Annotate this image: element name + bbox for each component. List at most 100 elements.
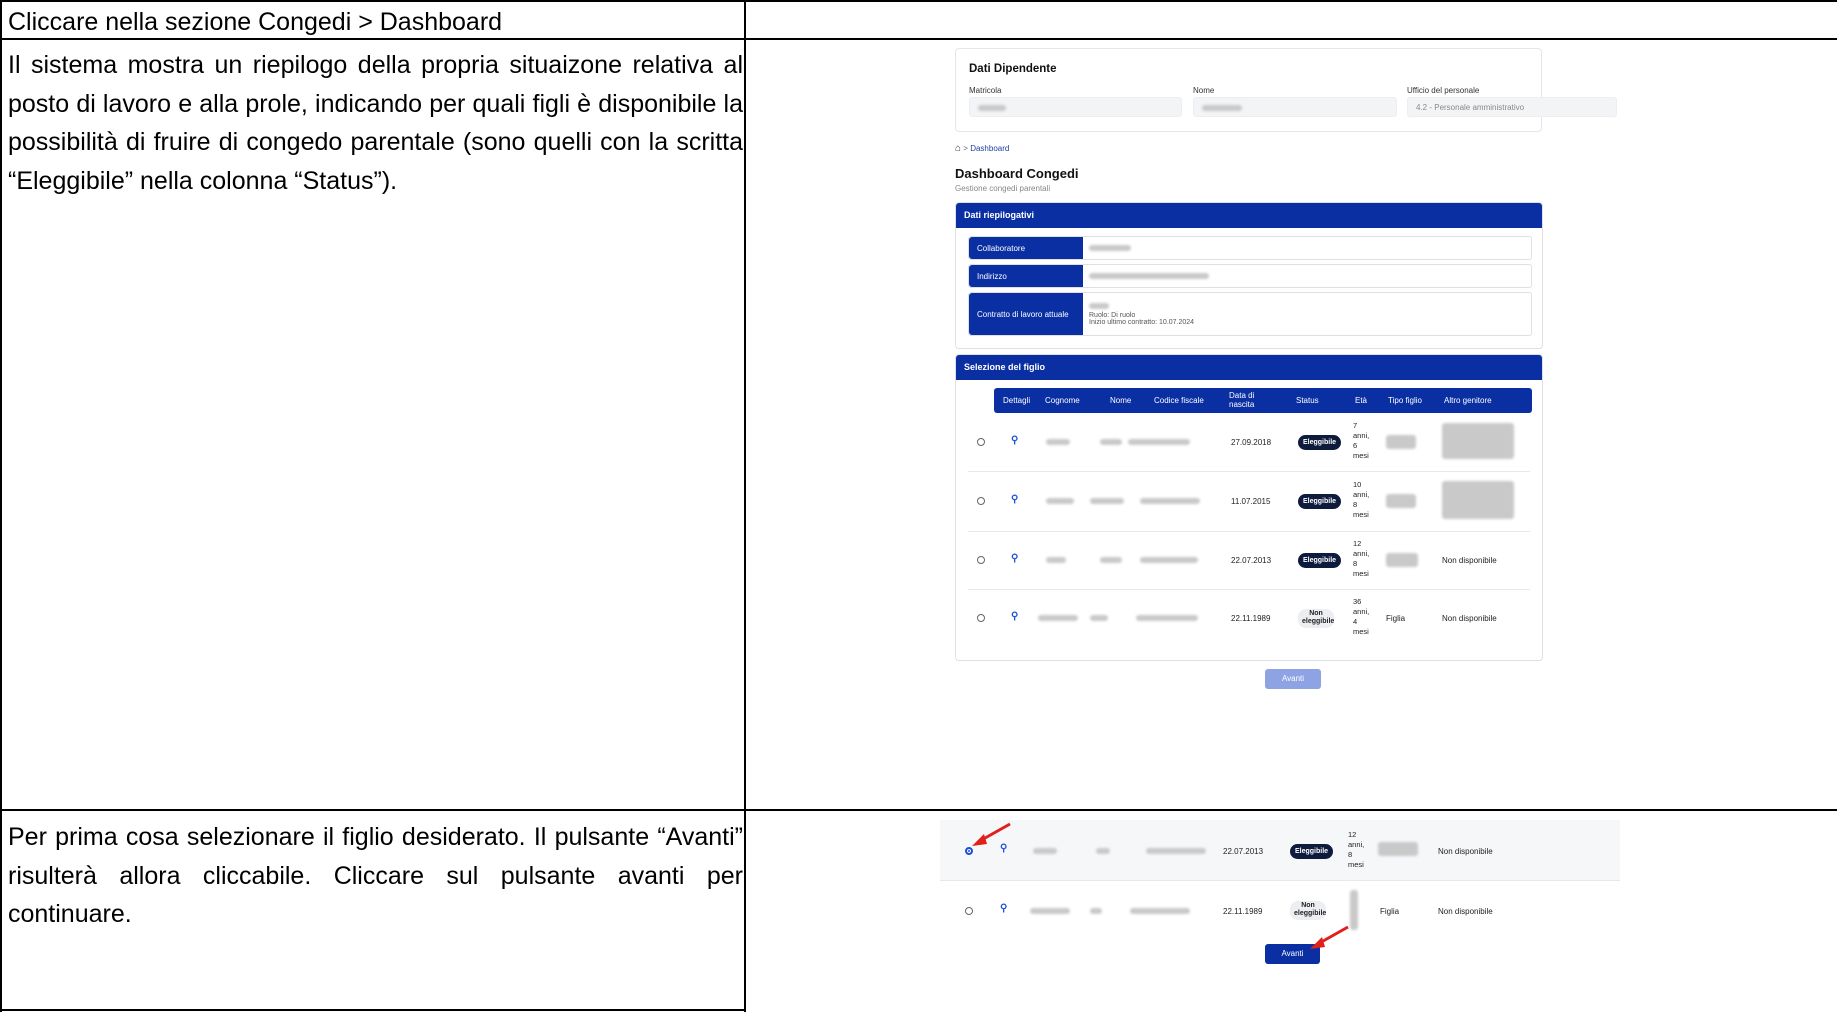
altro-genitore-cell: Non disponibile <box>1438 847 1493 856</box>
cognome-cell <box>1046 498 1074 504</box>
details-search-icon[interactable]: ⚲ <box>1000 903 1007 914</box>
eta-months: 8 <box>1353 559 1358 568</box>
collaboratore-label: Collaboratore <box>969 237 1083 259</box>
nome-cell <box>1090 615 1108 621</box>
ufficio-field: 4.2 - Personale amministrativo <box>1407 97 1617 117</box>
altro-genitore-cell <box>1442 423 1514 459</box>
cognome-cell <box>1046 439 1070 445</box>
codice-fiscale-cell <box>1146 848 1206 854</box>
data-nascita-cell: 22.11.1989 <box>1223 907 1263 916</box>
col-codice-fiscale: Codice fiscale <box>1154 396 1204 405</box>
indirizzo-label: Indirizzo <box>969 265 1083 287</box>
employee-card: Dati Dipendente Matricola Nome Ufficio d… <box>955 48 1617 132</box>
selection-screenshot: ⚲ 22.07.2013 Eleggibile 12 anni, 8 mesi … <box>940 820 1640 1010</box>
nome-cell <box>1090 498 1124 504</box>
table-row: ⚲ 22.11.1989 Non eleggibile Figlia Non d… <box>940 880 1620 940</box>
table-border-top <box>0 0 1837 2</box>
status-badge: Non eleggibile <box>1298 609 1334 628</box>
row-select-radio[interactable] <box>977 497 985 505</box>
red-arrow-radio-icon <box>972 822 1011 846</box>
cognome-cell <box>1038 615 1078 621</box>
data-nascita-cell: 22.11.1989 <box>1231 614 1271 623</box>
data-nascita-cell: 27.09.2018 <box>1231 438 1272 447</box>
eta-years-unit: anni, <box>1353 607 1370 616</box>
row-select-radio[interactable] <box>977 614 985 622</box>
tipo-figlio-cell <box>1378 842 1418 856</box>
status-badge: Eleggibile <box>1298 435 1342 450</box>
altro-genitore-cell: Non disponibile <box>1442 614 1497 623</box>
home-icon[interactable]: ⌂ <box>955 143 961 154</box>
eta-months-unit: mesi <box>1353 569 1369 578</box>
altro-genitore-cell <box>1442 481 1514 519</box>
header-instruction: Cliccare nella sezione Congedi > Dashboa… <box>8 8 503 36</box>
eta-cell: 10 anni, 8 mesi <box>1353 480 1369 520</box>
table-border-row1 <box>0 38 1837 40</box>
matricola-field <box>969 97 1182 117</box>
row-select-radio[interactable] <box>977 556 985 564</box>
nome-label: Nome <box>1193 86 1215 95</box>
nome-cell <box>1096 848 1110 854</box>
dashboard-screenshot: Dati Dipendente Matricola Nome Ufficio d… <box>940 48 1640 808</box>
eta-months: 6 <box>1353 441 1358 450</box>
eta-years: 12 <box>1353 539 1362 548</box>
cognome-cell <box>1033 848 1057 854</box>
red-arrow-button-icon <box>1310 925 1349 949</box>
nome-field <box>1193 97 1397 117</box>
eta-cell: 7 anni, 6 mesi <box>1353 421 1369 461</box>
table-row: ⚲ 11.07.2015 Eleggibile 10 anni, 8 mesi <box>968 471 1530 532</box>
row-select-radio[interactable] <box>977 438 985 446</box>
breadcrumb: ⌂ > Dashboard <box>955 143 1009 154</box>
inizio-contratto-text: Inizio ultimo contratto: 10.07.2024 <box>1089 318 1195 326</box>
collaboratore-value <box>1089 237 1131 259</box>
details-search-icon[interactable]: ⚲ <box>1011 611 1018 622</box>
codice-fiscale-cell <box>1140 498 1200 504</box>
indirizzo-row: Indirizzo <box>968 264 1532 288</box>
page-title: Dashboard Congedi <box>955 166 1079 181</box>
tipo-figlio-cell: Figlia <box>1380 907 1400 916</box>
tipo-figlio-cell <box>1386 553 1418 567</box>
collaboratore-row: Collaboratore <box>968 236 1532 260</box>
table-border-bottom <box>0 1009 746 1011</box>
eta-months-unit: mesi <box>1353 510 1369 519</box>
table-border-left <box>0 0 2 1012</box>
contratto-value: Ruolo: Di ruolo Inizio ultimo contratto:… <box>1089 293 1194 335</box>
eta-months: 8 <box>1353 500 1358 509</box>
data-nascita-cell: 11.07.2015 <box>1231 497 1271 506</box>
nome-cell <box>1100 439 1122 445</box>
ufficio-label: Ufficio del personale <box>1407 86 1480 95</box>
breadcrumb-current[interactable]: Dashboard <box>970 144 1009 153</box>
avanti-button-disabled[interactable]: Avanti <box>1265 669 1321 689</box>
tipo-figlio-cell <box>1386 435 1416 449</box>
cognome-cell <box>1046 557 1066 563</box>
summary-panel: Dati riepilogativi Collaboratore Indiriz… <box>955 202 1543 349</box>
cognome-cell <box>1030 908 1070 914</box>
contratto-row: Contratto di lavoro attuale Ruolo: Di ru… <box>968 292 1532 336</box>
eta-years: 7 <box>1353 421 1358 430</box>
details-search-icon[interactable]: ⚲ <box>1011 553 1018 564</box>
row-select-radio[interactable] <box>965 907 973 915</box>
eta-years-unit: anni, <box>1348 840 1365 849</box>
altro-genitore-cell: Non disponibile <box>1438 907 1493 916</box>
details-search-icon[interactable]: ⚲ <box>1011 435 1018 446</box>
eta-years: 12 <box>1348 830 1357 839</box>
nome-cell <box>1090 908 1102 914</box>
employee-card-title: Dati Dipendente <box>969 63 1057 75</box>
table-row-selected: ⚲ 22.07.2013 Eleggibile 12 anni, 8 mesi … <box>940 820 1620 881</box>
eta-months-unit: mesi <box>1353 627 1369 636</box>
codice-fiscale-cell <box>1130 908 1190 914</box>
eta-years-unit: anni, <box>1353 490 1370 499</box>
tipo-figlio-cell: Figlia <box>1386 614 1406 623</box>
ruolo-text: Ruolo: Di ruolo <box>1089 311 1136 319</box>
details-search-icon[interactable]: ⚲ <box>1011 494 1018 505</box>
children-panel: Selezione del figlio Dettagli Cognome No… <box>955 354 1543 661</box>
page-subtitle: Gestione congedi parentali <box>955 184 1051 193</box>
contratto-label: Contratto di lavoro attuale <box>969 293 1083 335</box>
codice-fiscale-cell <box>1140 557 1198 563</box>
col-nome: Nome <box>1110 396 1132 405</box>
status-badge: Non eleggibile <box>1290 901 1326 920</box>
col-eta: Età <box>1355 396 1368 405</box>
col-cognome: Cognome <box>1045 396 1080 405</box>
table-border-row2 <box>0 809 1837 811</box>
eta-months-unit: mesi <box>1348 860 1364 869</box>
eta-years-unit: anni, <box>1353 431 1370 440</box>
